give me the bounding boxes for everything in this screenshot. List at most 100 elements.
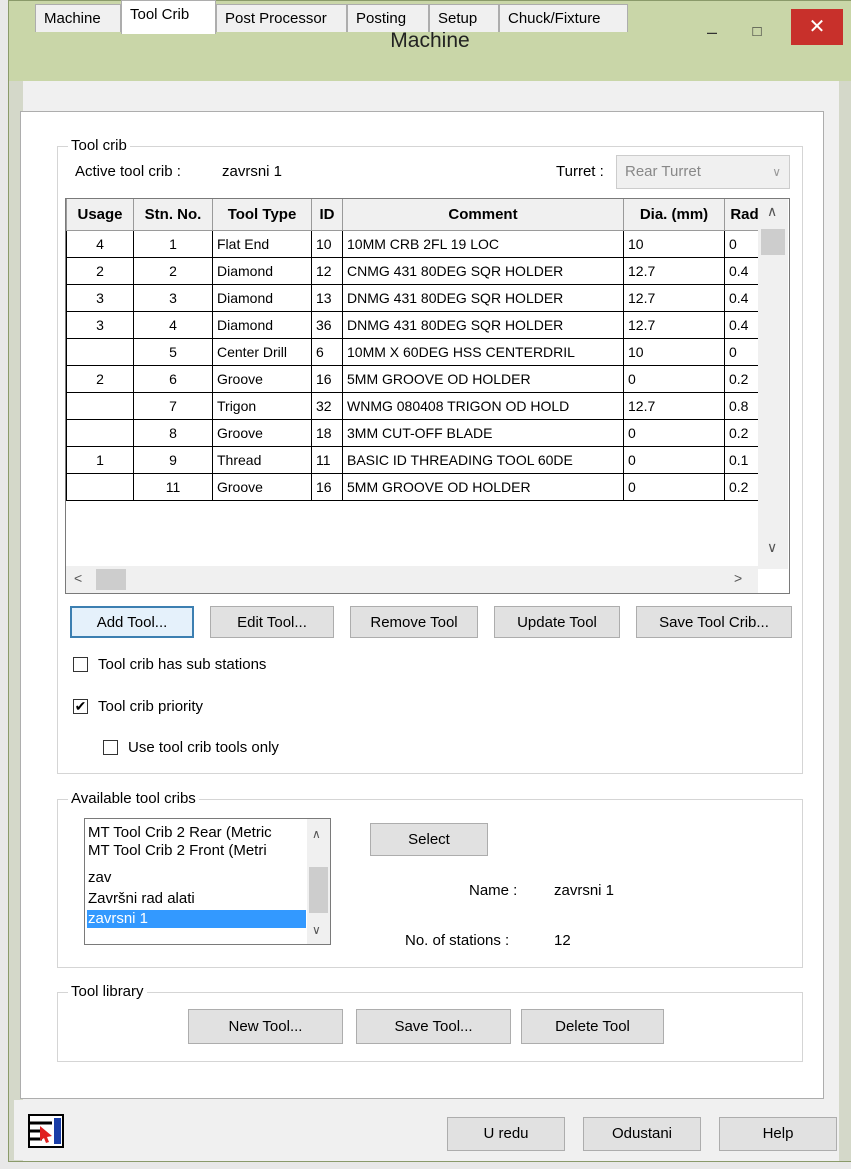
delete-tool-button[interactable]: Delete Tool [521,1009,664,1044]
remove-tool-button[interactable]: Remove Tool [350,606,478,638]
table-cell [66,392,134,420]
table-cell: 7 [133,392,213,420]
tool-table[interactable]: Usage Stn. No. Tool Type ID Comment Dia.… [65,198,790,594]
chevron-up-icon[interactable]: ∧ [312,827,321,841]
cancel-button[interactable]: Odustani [583,1117,701,1151]
table-row[interactable]: 3 3 Diamond 13 DNMG 431 80DEG SQR HOLDER 12.7… [66,284,765,312]
crib-tools-only-checkbox[interactable] [103,740,118,755]
close-icon[interactable]: ✕ [791,9,843,45]
list-item-selected[interactable]: zavrsni 1 [87,910,306,928]
tab-tool-crib[interactable]: Tool Crib [121,0,216,34]
chevron-left-icon[interactable]: < [74,570,82,586]
edit-tool-button[interactable]: Edit Tool... [210,606,334,638]
table-vscroll-thumb[interactable] [761,229,785,255]
table-cell: 5MM GROOVE OD HOLDER [342,365,624,393]
priority-checkbox[interactable]: ✔ [73,699,88,714]
table-cell: Center Drill [212,338,312,366]
sub-stations-checkbox[interactable] [73,657,88,672]
table-cell: 12.7 [623,392,725,420]
table-row[interactable]: 8 Groove 18 3MM CUT-OFF BLADE 0 0.2 [66,419,765,447]
table-cell [66,419,134,447]
list-item[interactable]: MT Tool Crib 2 Front (Metri [88,842,267,860]
turret-select[interactable]: Rear Turret ∨ [616,155,790,189]
header-comment[interactable]: Comment [342,199,624,231]
tab-machine[interactable]: Machine [35,4,121,32]
chevron-down-icon: ∨ [772,165,781,179]
chevron-up-icon[interactable]: ∧ [767,203,777,220]
table-hscroll-thumb[interactable] [96,569,126,590]
table-cell: 3 [133,284,213,312]
table-row[interactable]: 1 9 Thread 11 BASIC ID THREADING TOOL 60DE 0 0… [66,446,765,474]
table-row[interactable]: 4 1 Flat End 10 10MM CRB 2FL 19 LOC 10 0 [66,230,765,258]
header-id[interactable]: ID [311,199,343,231]
table-cell: Groove [212,473,312,501]
active-tool-crib-label: Active tool crib : [75,163,181,180]
list-scroll-thumb[interactable] [309,867,328,913]
turret-select-value: Rear Turret [625,163,701,180]
table-cell: 12.7 [623,284,725,312]
ok-button[interactable]: U redu [447,1117,565,1151]
table-cell: 10 [623,230,725,258]
table-row[interactable]: 5 Center Drill 6 10MM X 60DEG HSS CENTERDRI… [66,338,765,366]
table-cell: 0 [623,446,725,474]
chevron-down-icon[interactable]: ∨ [767,539,777,556]
table-header-row: Usage Stn. No. Tool Type ID Comment Dia.… [66,199,765,231]
table-cell: DNMG 431 80DEG SQR HOLDER [342,311,624,339]
update-tool-button[interactable]: Update Tool [494,606,620,638]
tool-library-label: Tool library [68,983,147,1000]
tab-posting[interactable]: Posting [347,4,429,32]
table-cell [66,473,134,501]
tab-setup[interactable]: Setup [429,4,499,32]
save-tool-button[interactable]: Save Tool... [356,1009,511,1044]
table-cell: Flat End [212,230,312,258]
active-tool-crib-value: zavrsni 1 [222,163,283,180]
table-cell: 10MM X 60DEG HSS CENTERDRIL [342,338,624,366]
table-cell: 12.7 [623,311,725,339]
header-usage[interactable]: Usage [66,199,134,231]
header-tool-type[interactable]: Tool Type [212,199,312,231]
header-diameter[interactable]: Dia. (mm) [623,199,725,231]
tab-chuck-fixture[interactable]: Chuck/Fixture [499,4,628,32]
add-tool-button[interactable]: Add Tool... [70,606,194,638]
list-item[interactable]: Završni rad alati [88,890,195,908]
header-station[interactable]: Stn. No. [133,199,213,231]
table-row[interactable]: 7 Trigon 32 WNMG 080408 TRIGON OD HOLD 12.7 0… [66,392,765,420]
tab-post-processor[interactable]: Post Processor [216,4,347,32]
save-tool-crib-button[interactable]: Save Tool Crib... [636,606,792,638]
list-scrollbar[interactable]: ∧ ∨ [307,819,330,944]
table-cell: 36 [311,311,343,339]
table-cell: 5 [133,338,213,366]
table-row[interactable]: 11 Groove 16 5MM GROOVE OD HOLDER 0 0.2 [66,473,765,501]
minimize-icon[interactable]: ‒ [699,17,725,47]
list-item[interactable]: zav [88,869,111,887]
table-cell: BASIC ID THREADING TOOL 60DE [342,446,624,474]
stations-value: 12 [554,932,571,949]
table-horizontal-scrollbar[interactable]: < > [66,566,758,593]
table-vertical-scrollbar[interactable]: ∧ ∨ [758,199,788,569]
table-cell: Thread [212,446,312,474]
chevron-right-icon[interactable]: > [734,570,742,586]
available-tool-cribs-label: Available tool cribs [68,790,199,807]
name-label: Name : [469,882,518,899]
table-cell: Groove [212,419,312,447]
table-cell: 10MM CRB 2FL 19 LOC [342,230,624,258]
tool-crib-app-icon [28,1114,64,1148]
help-button[interactable]: Help [719,1117,837,1151]
new-tool-button[interactable]: New Tool... [188,1009,343,1044]
table-cell [66,338,134,366]
select-button[interactable]: Select [370,823,488,856]
tool-crib-list[interactable]: MT Tool Crib 2 Rear (Metric MT Tool Crib… [84,818,331,945]
table-row[interactable]: 2 2 Diamond 12 CNMG 431 80DEG SQR HOLDER 12.7… [66,257,765,285]
list-item[interactable]: MT Tool Crib 2 Rear (Metric [88,824,272,842]
table-cell: 0 [623,365,725,393]
chevron-down-icon[interactable]: ∨ [312,923,321,937]
table-cell: 3 [66,311,134,339]
name-value: zavrsni 1 [554,882,615,899]
table-cell: Trigon [212,392,312,420]
turret-label: Turret : [556,163,604,180]
table-cell: 18 [311,419,343,447]
table-row[interactable]: 3 4 Diamond 36 DNMG 431 80DEG SQR HOLDER 12.7… [66,311,765,339]
maximize-icon[interactable]: □ [744,17,770,47]
table-cell: 6 [311,338,343,366]
table-row[interactable]: 2 6 Groove 16 5MM GROOVE OD HOLDER 0 0.2 [66,365,765,393]
